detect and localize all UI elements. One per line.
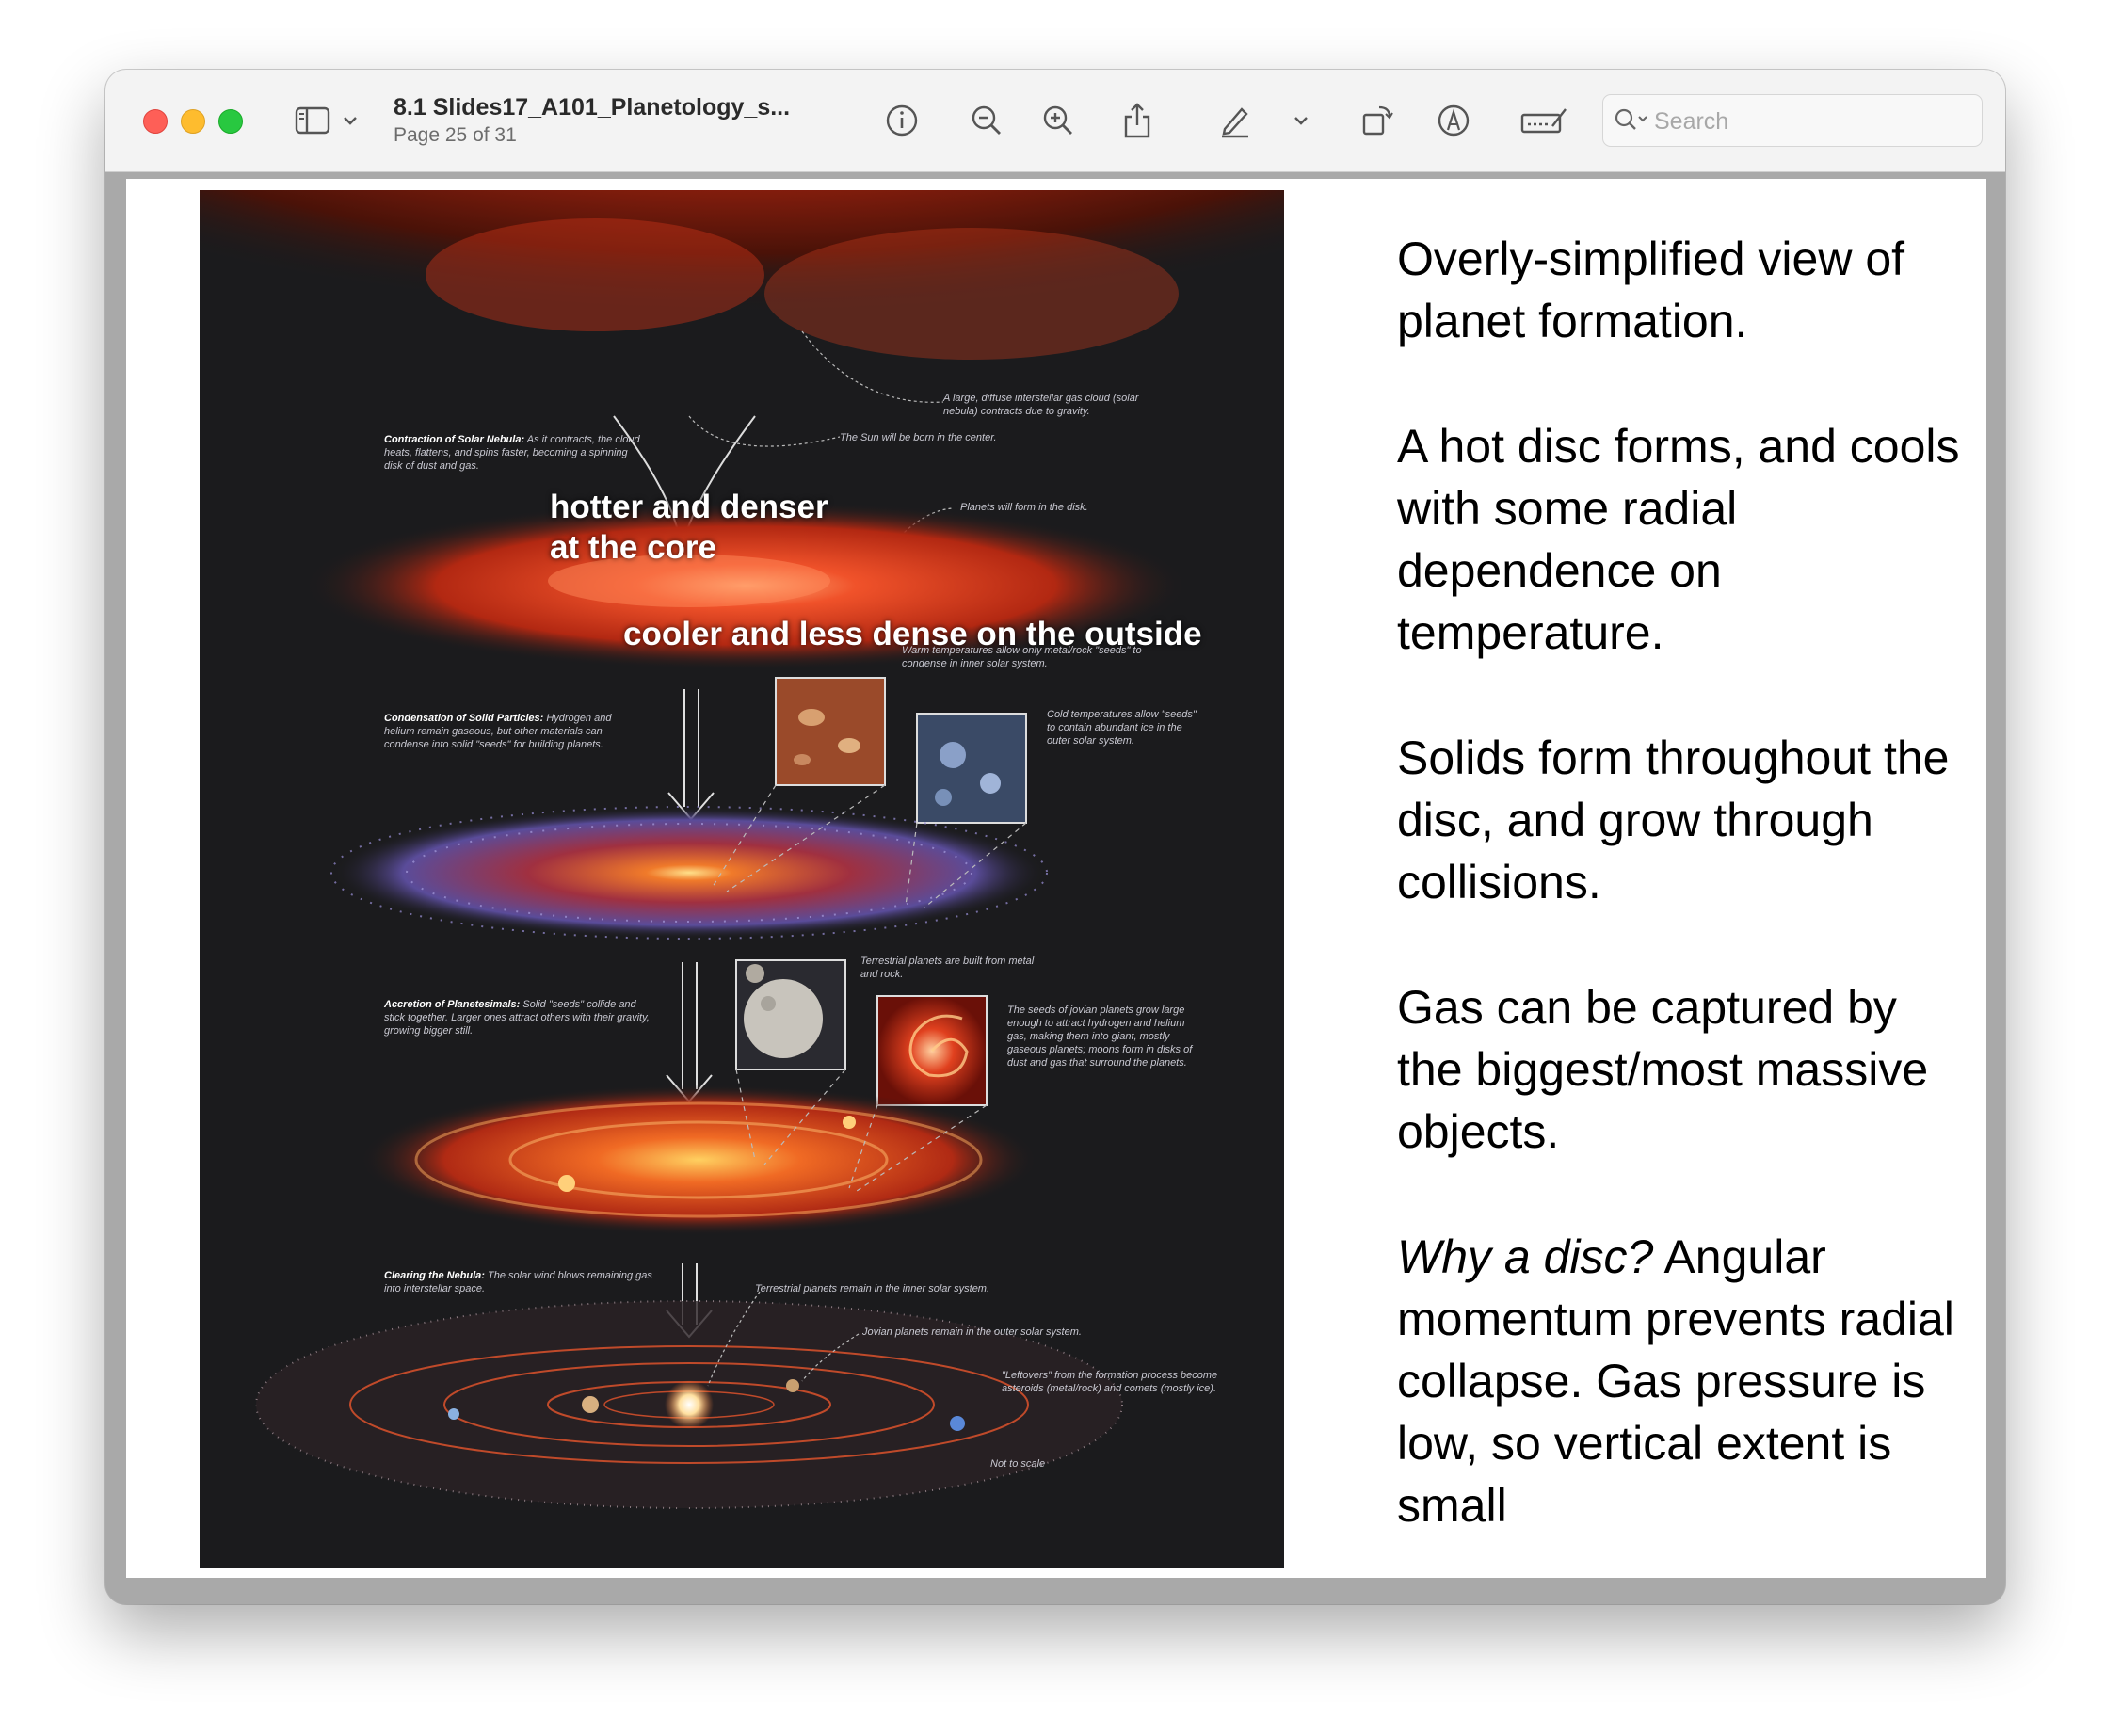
slide-paragraph-1: Overly-simplified view of planet formati… [1397, 233, 1905, 347]
search-field[interactable] [1602, 94, 1983, 147]
note-not-to-scale: Not to scale [990, 1458, 1046, 1470]
search-icon [1613, 106, 1650, 139]
note-warm: Warm temperatures allow only metal/rock … [902, 645, 1142, 669]
pdf-page: hotter and denser at the core cooler and… [126, 179, 1986, 1578]
close-button[interactable] [143, 109, 168, 134]
note-terrestrial-inner: Terrestrial planets remain in the inner … [755, 1283, 990, 1294]
stage-clearing: Clearing the Nebula: The solar wind blow… [384, 1270, 652, 1294]
chevron-down-icon[interactable] [1288, 98, 1314, 143]
stage-condensation: Condensation of Solid Particles: Hydroge… [384, 713, 612, 750]
search-input[interactable] [1652, 104, 1967, 138]
page-indicator: Page 25 of 31 [394, 124, 517, 146]
note-cold: Cold temperatures allow "seeds" to conta… [1047, 709, 1197, 747]
document-title: 8.1 Slides17_A101_Planetology_s... [394, 94, 791, 121]
note-terrestrial-built: Terrestrial planets are built from metal… [860, 956, 1035, 980]
slide-paragraph-3: Solids form throughout the disc, and gro… [1397, 731, 1950, 908]
signature-form-icon[interactable] [1516, 98, 1572, 143]
annotate-icon[interactable] [1431, 98, 1476, 143]
why-disc-italic: Why a disc? [1397, 1230, 1654, 1283]
planet-formation-figure: hotter and denser at the core cooler and… [200, 190, 1284, 1568]
note-planets-disk: Planets will form in the disk. [960, 502, 1088, 513]
zoom-in-icon[interactable] [1036, 98, 1081, 143]
note-jovian-seeds: The seeds of jovian planets grow large e… [1007, 1005, 1193, 1069]
stage-accretion: Accretion of Planetesimals: Solid "seeds… [384, 999, 650, 1037]
chevron-down-icon[interactable] [337, 98, 363, 143]
note-jovian-outer: Jovian planets remain in the outer solar… [862, 1326, 1082, 1338]
note-cloud: A large, diffuse interstellar gas cloud … [943, 393, 1139, 417]
note-sun: The Sun will be born in the center. [840, 432, 997, 443]
slide-text: Overly-simplified view of planet formati… [1397, 228, 1962, 1599]
slide-paragraph-2: A hot disc forms, and cools with some ra… [1397, 420, 1960, 659]
slide-paragraph-5: Why a disc? Angular momentum prevents ra… [1397, 1226, 1962, 1536]
markup-pen-icon[interactable] [1213, 98, 1258, 143]
toolbar: 8.1 Slides17_A101_Planetology_s... Page … [105, 70, 2005, 172]
zoom-button[interactable] [218, 109, 243, 134]
preview-window: 8.1 Slides17_A101_Planetology_s... Page … [105, 70, 2005, 1604]
info-icon[interactable] [879, 98, 924, 143]
sidebar-icon[interactable] [290, 98, 335, 143]
slide-paragraph-4: Gas can be captured by the biggest/most … [1397, 981, 1929, 1158]
share-icon[interactable] [1115, 98, 1160, 143]
minimize-button[interactable] [181, 109, 205, 134]
note-leftovers: "Leftovers" from the formation process b… [1002, 1370, 1218, 1394]
overlay-core-label: hotter and denser at the core [550, 489, 828, 566]
rotate-icon[interactable] [1354, 98, 1399, 143]
zoom-out-icon[interactable] [964, 98, 1009, 143]
stage-contraction: Contraction of Solar Nebula: As it contr… [384, 434, 640, 472]
